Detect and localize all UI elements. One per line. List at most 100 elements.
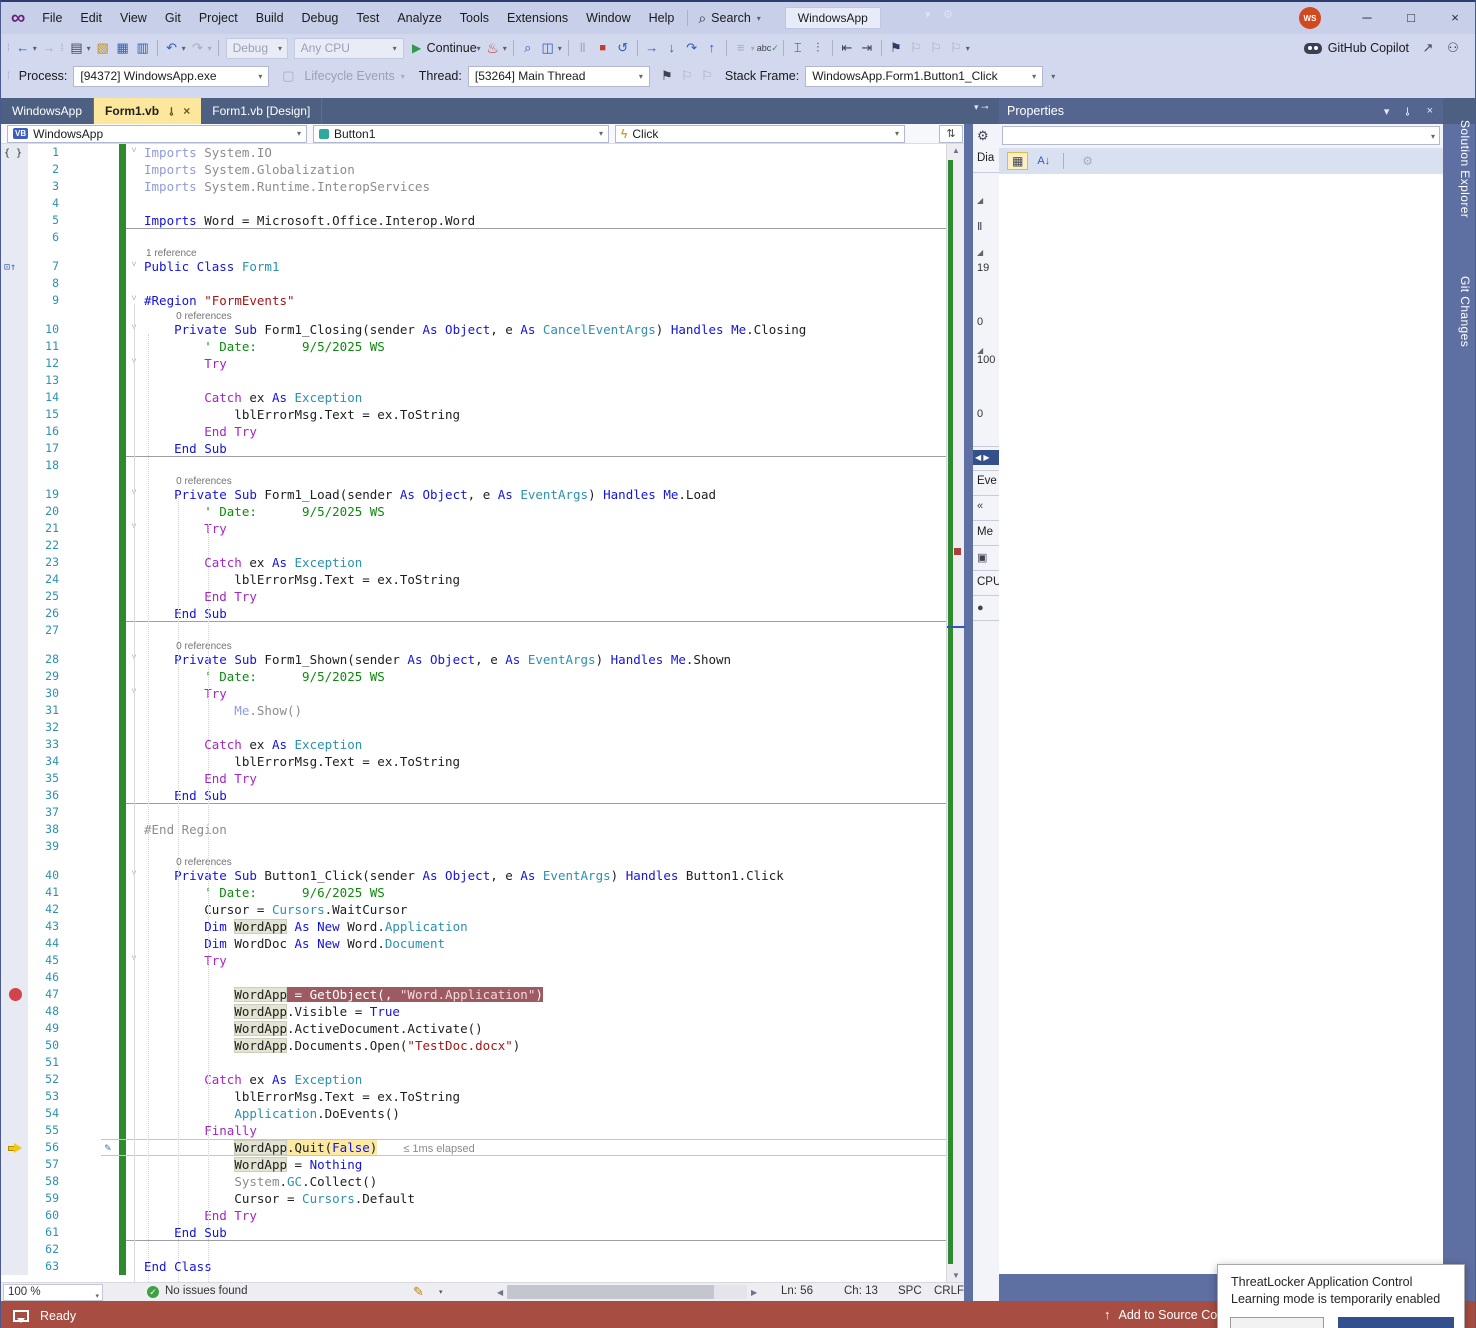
breakpoint-margin[interactable]	[1, 668, 28, 685]
spell-check-button[interactable]: abc✓	[757, 43, 779, 54]
breakpoint-margin[interactable]	[1, 685, 28, 702]
break-all-button[interactable]: Ⅱ	[574, 37, 592, 59]
breakpoint-margin[interactable]	[1, 1190, 28, 1207]
notification-secondary-button[interactable]	[1230, 1317, 1324, 1328]
line-number[interactable]: 35	[28, 770, 63, 787]
line-number[interactable]: 12	[28, 355, 63, 372]
quick-actions-margin[interactable]	[63, 1105, 119, 1122]
categorized-view-button[interactable]: ▦	[1007, 152, 1028, 170]
breakpoint-margin[interactable]	[1, 736, 28, 753]
line-number[interactable]: 26	[28, 605, 63, 622]
code-line-41[interactable]: 41 ' Date: 9/6/2025 WS	[1, 884, 946, 901]
code-line-11[interactable]: 11 ' Date: 9/5/2025 WS	[1, 338, 946, 355]
code-text[interactable]: End Try	[142, 1207, 946, 1224]
menu-item-extensions[interactable]: Extensions	[498, 11, 577, 25]
breakpoint-margin[interactable]	[1, 1037, 28, 1054]
code-line-51[interactable]: 51	[1, 1054, 946, 1071]
code-text[interactable]: Private Sub Form1_Shown(sender As Object…	[142, 651, 946, 668]
next-bookmark-button[interactable]: ⚐	[927, 37, 945, 59]
code-line-36[interactable]: 36 End Sub	[1, 787, 946, 804]
line-number[interactable]: 17	[28, 440, 63, 457]
diagnostics-panel-header[interactable]: ▾ ⊸	[972, 98, 999, 124]
search-button[interactable]: ⌕ Search ▾	[692, 10, 768, 27]
code-line-6[interactable]: 6	[1, 229, 946, 246]
hscroll-left-icon[interactable]: ◀	[497, 1288, 503, 1297]
navigate-back-button[interactable]: ←	[14, 37, 32, 59]
fold-chevron-icon[interactable]	[126, 161, 142, 178]
chevron-down-icon[interactable]: ▾	[439, 1288, 443, 1296]
code-line-46[interactable]: 46	[1, 969, 946, 986]
breakpoint-margin[interactable]	[1, 1003, 28, 1020]
menu-item-file[interactable]: File	[33, 11, 71, 25]
inheritance-margin-icon[interactable]: ⊡↑	[4, 259, 16, 276]
code-text[interactable]: End Sub	[142, 605, 946, 622]
restart-button[interactable]: ↺	[614, 37, 632, 59]
fold-chevron-icon[interactable]	[126, 229, 142, 246]
line-number-margin[interactable]	[28, 639, 63, 651]
line-number[interactable]: 41	[28, 884, 63, 901]
continue-button[interactable]: Continue	[427, 41, 477, 55]
code-line-16[interactable]: 16 End Try	[1, 423, 946, 440]
breakpoint-margin[interactable]	[1, 651, 28, 668]
lifecycle-events-button[interactable]: Lifecycle Events	[304, 69, 394, 83]
code-line-1[interactable]: { }1˅Imports System.IO	[1, 144, 946, 161]
chevron-down-icon[interactable]: ▾	[503, 44, 507, 53]
quick-actions-margin[interactable]	[63, 389, 119, 406]
breakpoint-margin[interactable]	[1, 1156, 28, 1173]
quick-actions-margin[interactable]	[63, 969, 119, 986]
code-line-33[interactable]: 33 Catch ex As Exception	[1, 736, 946, 753]
code-line-45[interactable]: 45˅ Try	[1, 952, 946, 969]
quick-actions-margin[interactable]	[63, 605, 119, 622]
breakpoint-margin[interactable]	[1, 787, 28, 804]
line-number[interactable]: 39	[28, 838, 63, 855]
line-number-margin[interactable]	[28, 474, 63, 486]
code-line-14[interactable]: 14 Catch ex As Exception	[1, 389, 946, 406]
code-text[interactable]	[142, 229, 946, 246]
close-icon[interactable]: ×	[183, 104, 190, 118]
code-text[interactable]: Private Sub Button1_Click(sender As Obje…	[142, 867, 946, 884]
code-text[interactable]: ' Date: 9/5/2025 WS	[142, 668, 946, 685]
chevron-down-icon[interactable]: ▾	[33, 44, 37, 53]
breakpoint-margin[interactable]	[1, 1105, 28, 1122]
quick-actions-margin[interactable]	[63, 935, 119, 952]
code-text[interactable]: End Try	[142, 588, 946, 605]
properties-object-dropdown[interactable]: ▾	[999, 124, 1443, 148]
code-line-24[interactable]: 24 lblErrorMsg.Text = ex.ToString	[1, 571, 946, 588]
code-line-58[interactable]: 58 System.GC.Collect()	[1, 1173, 946, 1190]
property-pages-button[interactable]: ⚙	[1082, 154, 1093, 168]
line-number[interactable]: 11	[28, 338, 63, 355]
line-number[interactable]: 48	[28, 1003, 63, 1020]
line-number[interactable]: 53	[28, 1088, 63, 1105]
code-text[interactable]	[142, 1241, 946, 1258]
glyph-margin[interactable]	[1, 474, 28, 486]
code-text[interactable]	[142, 195, 946, 212]
breakpoint-margin[interactable]	[1, 440, 28, 457]
code-text[interactable]: System.GC.Collect()	[142, 1173, 946, 1190]
quick-actions-margin[interactable]	[63, 1173, 119, 1190]
quick-actions-margin[interactable]	[63, 258, 119, 275]
quick-actions-margin[interactable]	[63, 537, 119, 554]
line-number[interactable]: 28	[28, 651, 63, 668]
new-project-button[interactable]: ▤	[68, 37, 86, 59]
breakpoint-margin[interactable]	[1, 605, 28, 622]
tab-list-chevron-icon[interactable]: ▾	[925, 8, 931, 21]
codelens-references[interactable]: 1 reference	[146, 248, 197, 258]
solution-platform-dropdown[interactable]: Any CPU▾	[294, 38, 404, 59]
line-number[interactable]: 54	[28, 1105, 63, 1122]
breakpoint-margin[interactable]	[1, 1173, 28, 1190]
code-text[interactable]: Try	[142, 685, 946, 702]
code-line-15[interactable]: 15 lblErrorMsg.Text = ex.ToString	[1, 406, 946, 423]
diagnostics-fragment[interactable]: ▣	[973, 551, 999, 564]
code-text[interactable]: Try	[142, 952, 946, 969]
split-window-button[interactable]: ⇅	[939, 125, 963, 143]
breakpoint-margin[interactable]	[1, 355, 28, 372]
quick-actions-margin[interactable]	[63, 702, 119, 719]
line-number[interactable]: 21	[28, 520, 63, 537]
quick-actions-margin[interactable]	[63, 668, 119, 685]
line-number[interactable]: 22	[28, 537, 63, 554]
quick-actions-margin[interactable]	[63, 423, 119, 440]
breakpoint-margin[interactable]	[1, 804, 28, 821]
codelens-references[interactable]: 0 references	[176, 311, 232, 321]
breakpoint-margin[interactable]	[1, 554, 28, 571]
quick-actions-margin[interactable]	[63, 651, 119, 668]
